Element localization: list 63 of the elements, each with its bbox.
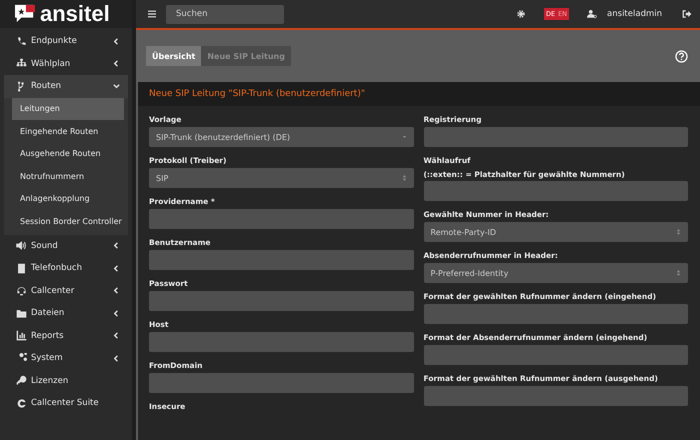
- sitemap-icon: [16, 58, 27, 70]
- input-field[interactable]: [149, 209, 414, 229]
- sidebar-item[interactable]: Callcenter Suite: [4, 392, 128, 414]
- input-field[interactable]: [424, 386, 688, 406]
- key-icon: [16, 375, 27, 386]
- sidebar-item[interactable]: System: [4, 347, 128, 370]
- folder-icon: [16, 308, 27, 319]
- updown-arrows-icon: [402, 175, 406, 181]
- chevron-icon: [113, 60, 120, 68]
- submenu-item[interactable]: Anlagenkopplung: [4, 188, 128, 210]
- logout-icon[interactable]: [682, 9, 692, 19]
- submenu-item[interactable]: Ausgehende Routen: [4, 142, 128, 165]
- sidebar-item[interactable]: Wählplan: [4, 52, 128, 75]
- submenu-item[interactable]: Eingehende Routen: [4, 120, 128, 142]
- chart-icon: [16, 330, 27, 342]
- settings-icon[interactable]: [516, 9, 526, 19]
- brand-name: ansitel: [40, 3, 110, 25]
- input-field[interactable]: [424, 304, 688, 324]
- chevron-icon: [113, 82, 120, 90]
- chevron-icon: [113, 354, 120, 362]
- sidebar-item[interactable]: Callcenter: [4, 280, 128, 302]
- submenu-item[interactable]: Notrufnummern: [4, 165, 128, 188]
- chevron-icon: [113, 242, 120, 250]
- tab[interactable]: Übersicht: [146, 46, 202, 66]
- sidebar-item[interactable]: Reports: [4, 324, 128, 347]
- phone-icon: [16, 36, 27, 47]
- headset-icon: [16, 285, 27, 296]
- select-field[interactable]: SIP-Trunk (benutzerdefiniert) (DE): [149, 127, 414, 147]
- updown-arrows-icon: [676, 270, 681, 276]
- sidebar-item[interactable]: Endpunkte: [4, 30, 128, 52]
- chevron-icon: [113, 287, 120, 294]
- input-field[interactable]: [149, 373, 414, 393]
- chevron-icon: [113, 332, 120, 340]
- search-field[interactable]: Suchen: [166, 4, 284, 24]
- input-field[interactable]: [149, 291, 414, 311]
- input-field[interactable]: [424, 181, 688, 201]
- user-name[interactable]: ansiteladmin: [607, 9, 662, 19]
- select-field[interactable]: SIP: [149, 168, 414, 188]
- user-icon: [587, 9, 598, 19]
- sidebar-item[interactable]: Routen: [4, 75, 128, 98]
- caret-icon: [402, 134, 406, 140]
- chevron-icon: [113, 38, 120, 45]
- logo-icon: [14, 4, 36, 24]
- chevron-icon: [113, 264, 120, 272]
- volume-icon: [16, 240, 27, 252]
- submenu-item[interactable]: Leitungen: [12, 98, 124, 120]
- sidebar-item[interactable]: Telefonbuch: [4, 257, 128, 280]
- input-field[interactable]: [149, 332, 414, 352]
- select-field[interactable]: P-Preferred-Identity: [424, 263, 688, 283]
- help-icon[interactable]: [675, 50, 688, 62]
- chevron-icon: [113, 310, 120, 317]
- input-field[interactable]: [424, 127, 688, 147]
- input-field[interactable]: [149, 250, 414, 270]
- sidebar-item[interactable]: Lizenzen: [4, 370, 128, 392]
- input-field[interactable]: [424, 345, 688, 365]
- book-icon: [16, 262, 27, 274]
- sidebar-item[interactable]: Sound: [4, 234, 128, 257]
- sidebar-item[interactable]: Dateien: [4, 302, 128, 324]
- updown-arrows-icon: [676, 229, 681, 235]
- submenu-item[interactable]: Session Border Controller: [4, 210, 128, 232]
- panel-title: Neue SIP Leitung "SIP-Trunk (benutzerdefiniert)": [138, 82, 700, 106]
- select-field[interactable]: Remote-Party-ID: [424, 222, 688, 242]
- menu-icon[interactable]: [148, 10, 156, 18]
